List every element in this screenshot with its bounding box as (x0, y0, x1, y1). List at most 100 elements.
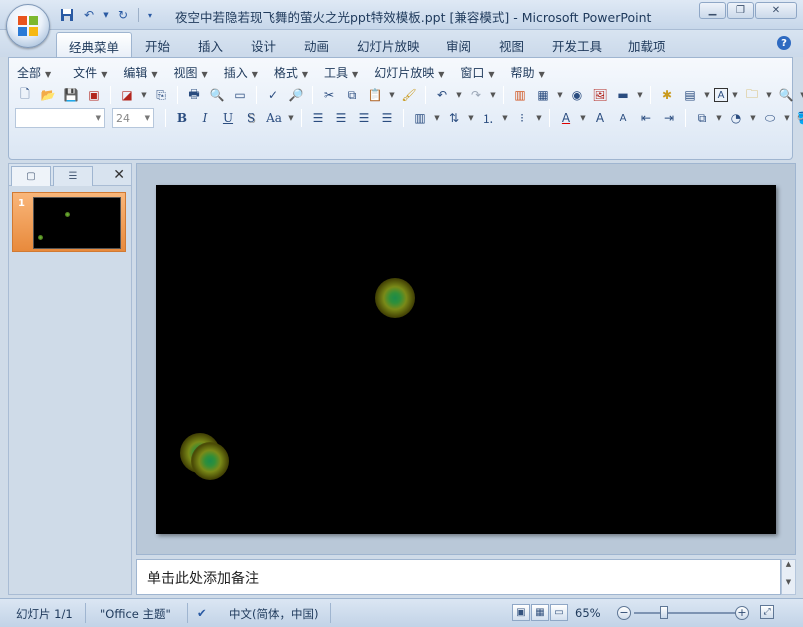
italic-button[interactable]: I (195, 108, 215, 128)
columns-icon[interactable]: ▥ (410, 108, 430, 128)
menu-edit[interactable]: 编辑 ▼ (119, 64, 161, 81)
folder-icon[interactable]: 🗀 (742, 85, 762, 105)
chevron-down-icon[interactable]: ▼ (715, 108, 723, 128)
change-case-button[interactable]: Aa (264, 108, 284, 128)
increase-font-icon[interactable]: A (590, 108, 610, 128)
save-icon[interactable]: 💾 (61, 85, 81, 105)
justify-icon[interactable]: ☰ (377, 108, 397, 128)
arrange-icon[interactable]: ⧉ (692, 108, 712, 128)
cut-icon[interactable]: ✂ (319, 85, 339, 105)
shadow-button[interactable]: S (241, 108, 261, 128)
notes-pane[interactable]: 单击此处添加备注 (136, 559, 781, 595)
language-indicator[interactable]: 中文(简体，中国) (229, 606, 318, 622)
font-color-icon[interactable]: A (556, 108, 576, 128)
new-document-icon[interactable]: 🗋 (15, 85, 35, 105)
decrease-indent-icon[interactable]: ⇤ (636, 108, 656, 128)
font-name-combo[interactable]: ▼ (15, 108, 105, 128)
chevron-down-icon[interactable]: ▼ (535, 108, 543, 128)
zoom-icon[interactable]: 🔍 (776, 85, 796, 105)
paste-icon[interactable]: 📋 (365, 85, 385, 105)
chevron-down-icon[interactable]: ▼ (501, 108, 509, 128)
menu-slide-show[interactable]: 幻灯片放映 ▼ (370, 64, 448, 81)
help-icon[interactable]: ? (777, 36, 791, 50)
slide-sorter-button[interactable]: ▦ (531, 604, 549, 621)
print-icon[interactable]: 🖶 (184, 85, 204, 105)
normal-view-button[interactable]: ▣ (512, 604, 530, 621)
menu-view[interactable]: 视图 ▼ (170, 64, 212, 81)
export-pdf-icon[interactable]: ◪ (117, 85, 137, 105)
zoom-in-button[interactable]: + (735, 606, 749, 620)
outline-tab[interactable]: ☰ (53, 166, 93, 186)
tab-review[interactable]: 审阅 (446, 36, 471, 55)
menu-tools[interactable]: 工具 ▼ (320, 64, 362, 81)
copy-icon[interactable]: ⧉ (342, 85, 362, 105)
zoom-out-button[interactable]: − (617, 606, 631, 620)
chevron-down-icon[interactable]: ▼ (388, 85, 396, 105)
tab-view[interactable]: 视图 (499, 36, 524, 55)
slide-show-button[interactable]: ▭ (550, 604, 568, 621)
insert-picture-icon[interactable]: 🖼 (590, 85, 610, 105)
close-button[interactable]: ✕ (755, 2, 797, 19)
fill-color-icon[interactable]: 🪣 (794, 108, 803, 128)
zoom-level[interactable]: 65% (575, 606, 601, 620)
quick-styles-icon[interactable]: ⬭ (760, 108, 780, 128)
underline-button[interactable]: U (218, 108, 238, 128)
color-grayscale-icon[interactable]: ▬ (613, 85, 633, 105)
customize-qat-icon[interactable]: ▾ (145, 7, 155, 23)
spell-check-icon[interactable]: ✔ (197, 606, 207, 620)
notes-scrollbar[interactable]: ▲ ▼ (781, 559, 796, 595)
text-direction-icon[interactable]: ⇅ (444, 108, 464, 128)
chevron-down-icon[interactable]: ▼ (765, 85, 773, 105)
tab-home[interactable]: 开始 (145, 36, 170, 55)
menu-all[interactable]: 全部 ▼ (13, 64, 55, 81)
scroll-up-icon[interactable]: ▲ (782, 560, 795, 568)
chevron-down-icon[interactable]: ▼ (579, 108, 587, 128)
decrease-font-icon[interactable]: A (613, 108, 633, 128)
numbering-icon[interactable]: ⒈ (478, 108, 498, 128)
chevron-down-icon[interactable]: ▼ (455, 85, 463, 105)
redo-icon[interactable]: ↻ (114, 7, 132, 23)
undo-icon[interactable]: ↶ (432, 85, 452, 105)
zoom-slider[interactable] (634, 612, 736, 614)
chevron-down-icon[interactable]: ▼ (783, 108, 791, 128)
menu-format[interactable]: 格式 ▼ (270, 64, 312, 81)
chevron-down-icon[interactable]: ▼ (703, 85, 711, 105)
chevron-down-icon[interactable]: ▼ (140, 85, 148, 105)
slides-tab[interactable]: ▢ (11, 166, 51, 186)
tab-add-ins[interactable]: 加载项 (628, 36, 666, 55)
chevron-down-icon[interactable]: ▼ (287, 108, 295, 128)
increase-indent-icon[interactable]: ⇥ (659, 108, 679, 128)
font-size-combo[interactable]: 24 ▼ (112, 108, 154, 128)
tab-classic-menu[interactable]: 经典菜单 (56, 32, 133, 58)
shapes-icon[interactable]: ◔ (726, 108, 746, 128)
tab-design[interactable]: 设计 (251, 36, 276, 55)
office-button[interactable] (6, 4, 50, 48)
zoom-slider-thumb[interactable] (660, 606, 668, 619)
menu-help[interactable]: 帮助 ▼ (507, 64, 549, 81)
tab-insert[interactable]: 插入 (198, 36, 223, 55)
tab-animations[interactable]: 动画 (304, 36, 329, 55)
attach-icon[interactable]: ⎘ (151, 85, 171, 105)
slide-canvas[interactable] (156, 185, 776, 534)
undo-dropdown-icon[interactable]: ▼ (102, 7, 110, 23)
tab-developer[interactable]: 开发工具 (552, 36, 602, 55)
undo-icon[interactable]: ↶ (80, 7, 98, 23)
menu-file[interactable]: 文件 ▼ (69, 64, 111, 81)
clip-art-icon[interactable]: ◉ (567, 85, 587, 105)
menu-insert[interactable]: 插入 ▼ (220, 64, 262, 81)
chevron-down-icon[interactable]: ▼ (799, 85, 803, 105)
align-left-icon[interactable]: ☰ (308, 108, 328, 128)
new-slide-icon[interactable]: ✱ (657, 85, 677, 105)
close-panel-icon[interactable]: ✕ (113, 167, 125, 183)
align-right-icon[interactable]: ☰ (354, 108, 374, 128)
menu-window[interactable]: 窗口 ▼ (456, 64, 498, 81)
chevron-down-icon[interactable]: ▼ (467, 108, 475, 128)
chevron-down-icon[interactable]: ▼ (489, 85, 497, 105)
chevron-down-icon[interactable]: ▼ (731, 85, 739, 105)
bold-button[interactable]: B (172, 108, 192, 128)
chevron-down-icon[interactable]: ▼ (433, 108, 441, 128)
redo-icon[interactable]: ↷ (466, 85, 486, 105)
text-box-icon[interactable]: A (714, 88, 728, 102)
open-folder-icon[interactable]: 📂 (38, 85, 58, 105)
insert-table-icon[interactable]: ▦ (533, 85, 553, 105)
